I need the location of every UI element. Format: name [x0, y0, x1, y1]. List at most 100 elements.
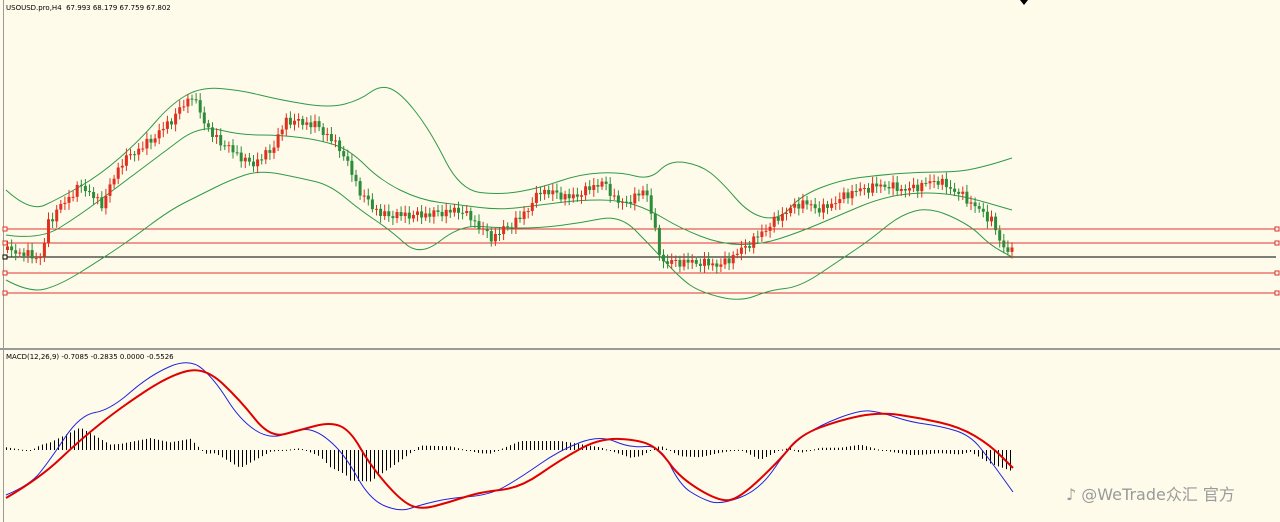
macd-histogram-positive-bar [434, 445, 435, 450]
macd-histogram-positive-bar [194, 442, 195, 450]
bullish-candle [137, 148, 141, 155]
macd-histogram-negative-bar [278, 450, 279, 451]
macd-histogram-negative-bar [26, 450, 27, 451]
bullish-candle [145, 138, 149, 149]
macd-histogram-negative-bar [946, 450, 947, 454]
macd-histogram-negative-bar [630, 450, 631, 458]
macd-histogram-positive-bar [38, 446, 39, 450]
bullish-candle [297, 118, 301, 121]
bullish-candle [124, 155, 128, 166]
bearish-candle [88, 191, 91, 193]
bullish-candle [571, 194, 575, 199]
bullish-candle [514, 217, 518, 228]
macd-histogram-negative-bar [926, 450, 927, 455]
macd-histogram-positive-bar [514, 443, 515, 450]
macd-histogram-positive-bar [530, 441, 531, 450]
macd-histogram-negative-bar [970, 450, 971, 452]
macd-histogram-positive-bar [842, 447, 843, 450]
bullish-candle [961, 191, 965, 194]
macd-histogram-negative-bar [314, 450, 315, 455]
bullish-candle [502, 226, 506, 235]
macd-histogram-negative-bar [994, 450, 995, 465]
macd-histogram-negative-bar [734, 450, 735, 451]
macd-histogram-negative-bar [770, 450, 771, 455]
macd-histogram-positive-bar [738, 449, 739, 451]
bullish-candle [928, 181, 932, 184]
bearish-candle [727, 258, 731, 264]
macd-histogram-positive-bar [182, 440, 183, 450]
macd-histogram-positive-bar [866, 446, 867, 450]
bullish-candle [174, 113, 178, 125]
bearish-candle [358, 181, 362, 196]
chart-shift-marker[interactable] [1020, 0, 1028, 5]
macd-histogram-positive-bar [438, 446, 439, 450]
bearish-candle [190, 98, 194, 100]
macd-histogram-negative-bar [906, 450, 907, 455]
macd-histogram-negative-bar [410, 450, 411, 454]
macd-histogram-negative-bar [774, 450, 775, 453]
macd-histogram-negative-bar [914, 450, 915, 455]
macd-histogram-negative-bar [330, 450, 331, 468]
macd-histogram-negative-bar [626, 450, 627, 457]
bullish-candle [789, 207, 793, 214]
macd-histogram-positive-bar [18, 449, 19, 451]
bearish-candle [206, 123, 210, 128]
bullish-candle [543, 189, 547, 195]
bearish-candle [977, 206, 981, 209]
macd-histogram-negative-bar [686, 450, 687, 457]
price-chart-pane[interactable] [0, 0, 1280, 348]
macd-histogram-negative-bar [754, 450, 755, 457]
watermark-text: ♪ @WeTrade众汇 官方 [1066, 485, 1235, 504]
bearish-candle [448, 209, 452, 213]
bullish-candle [723, 258, 727, 265]
macd-histogram-negative-bar [698, 450, 699, 458]
macd-histogram-negative-bar [482, 450, 483, 454]
macd-histogram-negative-bar [262, 450, 263, 457]
macd-histogram-negative-bar [966, 450, 967, 453]
macd-histogram-positive-bar [846, 446, 847, 450]
macd-histogram-negative-bar [890, 450, 891, 452]
macd-histogram-negative-bar [722, 450, 723, 453]
macd-histogram-negative-bar [218, 450, 219, 455]
macd-histogram-positive-bar [14, 448, 15, 450]
macd-histogram-negative-bar [358, 450, 359, 481]
bullish-candle [760, 231, 764, 237]
bullish-candle [990, 216, 993, 222]
macd-histogram-positive-bar [418, 447, 419, 450]
macd-histogram-negative-bar [478, 450, 479, 453]
macd-histogram-positive-bar [546, 441, 547, 450]
bullish-candle [59, 204, 63, 210]
macd-histogram-negative-bar [406, 450, 407, 457]
metatrader-chart-window[interactable]: USOUSD.pro,H4 67.993 68.179 67.759 67.80… [0, 0, 1280, 522]
macd-histogram-negative-bar [758, 450, 759, 459]
macd-histogram-negative-bar [30, 450, 31, 452]
bullish-candle [186, 98, 190, 107]
macd-histogram-positive-bar [190, 438, 191, 450]
macd-histogram-negative-bar [670, 450, 671, 451]
bullish-candle [785, 213, 788, 215]
bullish-candle [375, 208, 378, 210]
signal-line [5, 369, 1014, 509]
macd-histogram-positive-bar [838, 447, 839, 450]
macd-histogram-positive-bar [554, 441, 555, 450]
macd-histogram-positive-bar [158, 439, 159, 450]
macd-histogram-negative-bar [710, 450, 711, 455]
macd-histogram-positive-bar [782, 449, 783, 451]
bullish-candle [424, 213, 428, 218]
bearish-candle [686, 259, 690, 263]
macd-histogram-negative-bar [634, 450, 635, 458]
level-end-marker [1274, 270, 1280, 276]
level-start-marker [2, 290, 8, 296]
macd-histogram-negative-bar [322, 450, 323, 459]
macd-histogram-positive-bar [854, 445, 855, 450]
macd-histogram-negative-bar [258, 450, 259, 459]
macd-histogram-positive-bar [22, 449, 23, 451]
bearish-candle [797, 203, 801, 209]
bearish-candle [407, 212, 411, 219]
bearish-candle [309, 122, 313, 128]
macd-histogram-negative-bar [366, 450, 367, 482]
macd-histogram-positive-bar [54, 440, 55, 450]
bearish-candle [944, 178, 948, 188]
bullish-candle [600, 181, 604, 187]
macd-histogram-positive-bar [174, 441, 175, 450]
